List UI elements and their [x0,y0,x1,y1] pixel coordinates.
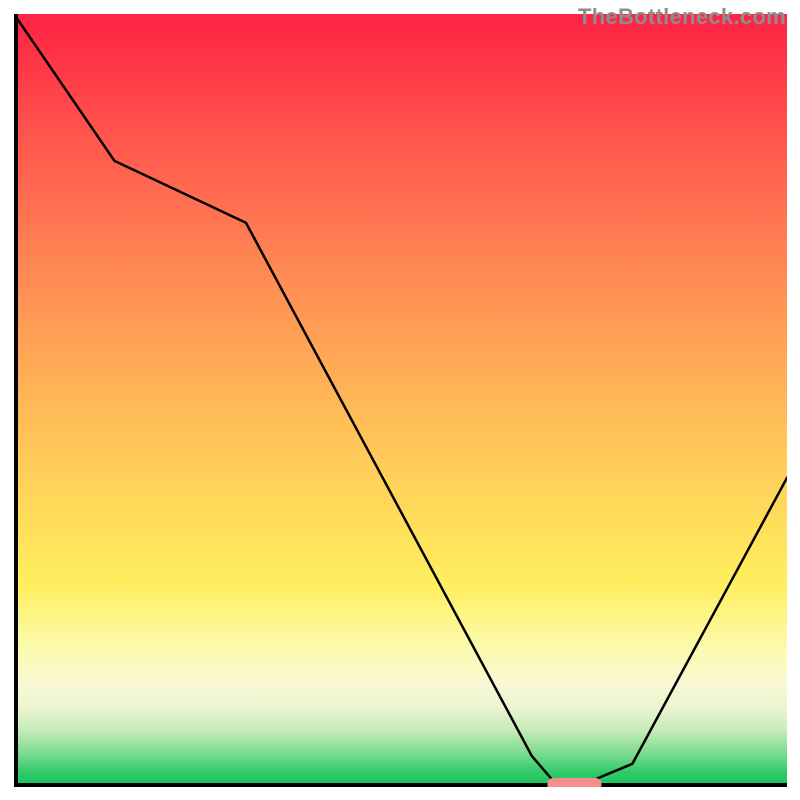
chart-overlay [14,14,787,787]
bottleneck-curve [14,14,787,783]
attribution-label: TheBottleneck.com [578,4,786,30]
bottleneck-chart: TheBottleneck.com [0,0,800,800]
optimal-marker [547,778,601,787]
